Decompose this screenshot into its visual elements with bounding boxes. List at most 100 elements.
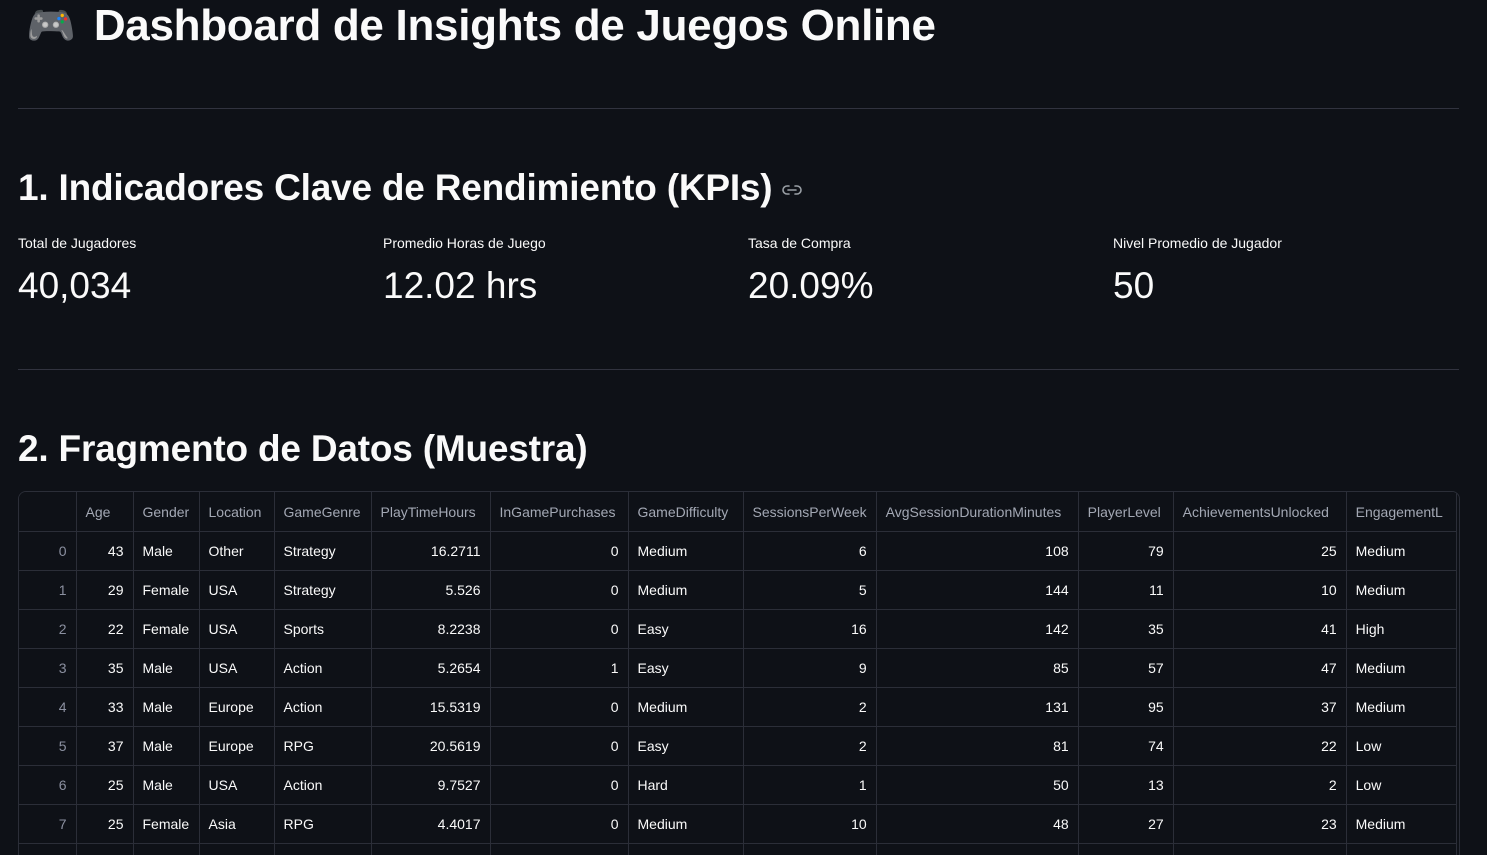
table-cell[interactable]: Male xyxy=(133,726,200,766)
table-row[interactable]: 1 29 Female USA Strategy 5.526 0 Medium 5 144 11 10… xyxy=(19,570,1457,610)
table-cell[interactable]: Low xyxy=(1346,726,1457,766)
table-cell[interactable]: 27 xyxy=(1078,804,1174,844)
column-header[interactable]: InGamePurchases xyxy=(490,492,629,532)
row-index[interactable]: 8 xyxy=(19,843,77,855)
table-cell[interactable] xyxy=(371,843,491,855)
table-cell[interactable]: 25 xyxy=(76,765,134,805)
table-cell[interactable]: USA xyxy=(199,609,275,649)
table-cell[interactable]: Action xyxy=(274,765,372,805)
table-cell[interactable]: 16.2711 xyxy=(371,531,491,571)
table-cell[interactable]: Europe xyxy=(199,687,275,727)
table-cell[interactable]: 16 xyxy=(743,609,877,649)
table-cell[interactable]: Strategy xyxy=(274,531,372,571)
table-cell[interactable]: Medium xyxy=(628,804,744,844)
table-row[interactable]: 4 33 Male Europe Action 15.5319 0 Medium 2 131 95 3… xyxy=(19,687,1457,727)
table-row[interactable]: 3 35 Male USA Action 5.2654 1 Easy 9 85 57 47 Medium xyxy=(19,648,1457,688)
table-cell[interactable]: 79 xyxy=(1078,531,1174,571)
data-table[interactable]: Age Gender Location GameGenre PlayTimeHours I… xyxy=(18,491,1460,855)
table-cell[interactable]: 47 xyxy=(1173,648,1347,688)
table-cell[interactable]: 10 xyxy=(1173,570,1347,610)
table-row[interactable]: 0 43 Male Other Strategy 16.2711 0 Medium 6 108 79… xyxy=(19,531,1457,571)
table-cell[interactable]: Female xyxy=(133,609,200,649)
table-cell[interactable]: Action xyxy=(274,687,372,727)
table-cell[interactable]: 33 xyxy=(76,687,134,727)
table-cell[interactable]: 1 xyxy=(490,648,629,688)
table-cell[interactable]: 22 xyxy=(76,609,134,649)
table-cell[interactable]: 0 xyxy=(490,765,629,805)
table-cell[interactable]: 25 xyxy=(1173,531,1347,571)
table-cell[interactable]: USA xyxy=(199,765,275,805)
table-row[interactable]: 2 22 Female USA Sports 8.2238 0 Easy 16 142 35 41 Hi… xyxy=(19,609,1457,649)
table-cell[interactable]: Easy xyxy=(628,648,744,688)
table-cell[interactable]: 9.7527 xyxy=(371,765,491,805)
table-cell[interactable]: Medium xyxy=(1346,570,1457,610)
table-cell[interactable]: Medium xyxy=(628,531,744,571)
table-cell[interactable]: 74 xyxy=(1078,726,1174,766)
column-header[interactable]: GameGenre xyxy=(274,492,372,532)
column-header[interactable]: Gender xyxy=(133,492,200,532)
row-index[interactable]: 0 xyxy=(19,531,77,571)
index-header[interactable] xyxy=(19,492,77,532)
table-cell[interactable]: 5 xyxy=(743,570,877,610)
table-cell[interactable] xyxy=(743,843,877,855)
table-cell[interactable]: 25 xyxy=(76,804,134,844)
table-cell[interactable]: 4.4017 xyxy=(371,804,491,844)
table-cell[interactable]: Action xyxy=(274,648,372,688)
table-cell[interactable]: Female xyxy=(133,570,200,610)
table-cell[interactable]: 48 xyxy=(876,804,1079,844)
table-cell[interactable]: 0 xyxy=(490,726,629,766)
table-cell[interactable]: 43 xyxy=(76,531,134,571)
table-row[interactable]: 8 xyxy=(19,843,1457,855)
table-cell[interactable]: USA xyxy=(199,648,275,688)
table-cell[interactable]: 85 xyxy=(876,648,1079,688)
table-cell[interactable]: Europe xyxy=(199,726,275,766)
row-index[interactable]: 6 xyxy=(19,765,77,805)
table-cell[interactable] xyxy=(76,843,134,855)
table-cell[interactable]: Medium xyxy=(628,687,744,727)
table-cell[interactable]: Male xyxy=(133,765,200,805)
table-cell[interactable]: 13 xyxy=(1078,765,1174,805)
table-cell[interactable] xyxy=(199,843,275,855)
table-cell[interactable]: Medium xyxy=(628,570,744,610)
table-cell[interactable]: 23 xyxy=(1173,804,1347,844)
table-cell[interactable]: Sports xyxy=(274,609,372,649)
row-index[interactable]: 5 xyxy=(19,726,77,766)
column-header[interactable]: EngagementL xyxy=(1346,492,1457,532)
table-cell[interactable]: 131 xyxy=(876,687,1079,727)
link-icon[interactable] xyxy=(782,168,803,212)
table-cell[interactable]: 0 xyxy=(490,609,629,649)
table-cell[interactable] xyxy=(1078,843,1174,855)
table-cell[interactable]: Easy xyxy=(628,726,744,766)
table-cell[interactable]: 50 xyxy=(876,765,1079,805)
table-cell[interactable]: 0 xyxy=(490,531,629,571)
table-cell[interactable] xyxy=(490,843,629,855)
table-cell[interactable]: 35 xyxy=(1078,609,1174,649)
table-cell[interactable]: Strategy xyxy=(274,570,372,610)
table-cell[interactable] xyxy=(628,843,744,855)
table-cell[interactable]: Medium xyxy=(1346,531,1457,571)
table-cell[interactable]: Medium xyxy=(1346,687,1457,727)
table-cell[interactable]: 10 xyxy=(743,804,877,844)
column-header[interactable]: PlayTimeHours xyxy=(371,492,491,532)
table-cell[interactable]: 5.526 xyxy=(371,570,491,610)
table-cell[interactable]: Asia xyxy=(199,804,275,844)
table-cell[interactable]: Medium xyxy=(1346,804,1457,844)
table-cell[interactable]: 0 xyxy=(490,687,629,727)
table-cell[interactable]: 35 xyxy=(76,648,134,688)
table-cell[interactable]: 0 xyxy=(490,804,629,844)
table-cell[interactable]: 6 xyxy=(743,531,877,571)
column-header[interactable]: Location xyxy=(199,492,275,532)
table-cell[interactable]: 8.2238 xyxy=(371,609,491,649)
column-header[interactable]: AvgSessionDurationMinutes xyxy=(876,492,1079,532)
table-cell[interactable]: 20.5619 xyxy=(371,726,491,766)
table-cell[interactable]: High xyxy=(1346,609,1457,649)
table-cell[interactable]: 142 xyxy=(876,609,1079,649)
table-cell[interactable]: Male xyxy=(133,687,200,727)
column-header[interactable]: GameDifficulty xyxy=(628,492,744,532)
table-cell[interactable]: Male xyxy=(133,531,200,571)
column-header[interactable]: PlayerLevel xyxy=(1078,492,1174,532)
table-cell[interactable]: 81 xyxy=(876,726,1079,766)
table-cell[interactable]: Other xyxy=(199,531,275,571)
table-cell[interactable]: Female xyxy=(133,804,200,844)
table-cell[interactable]: 9 xyxy=(743,648,877,688)
